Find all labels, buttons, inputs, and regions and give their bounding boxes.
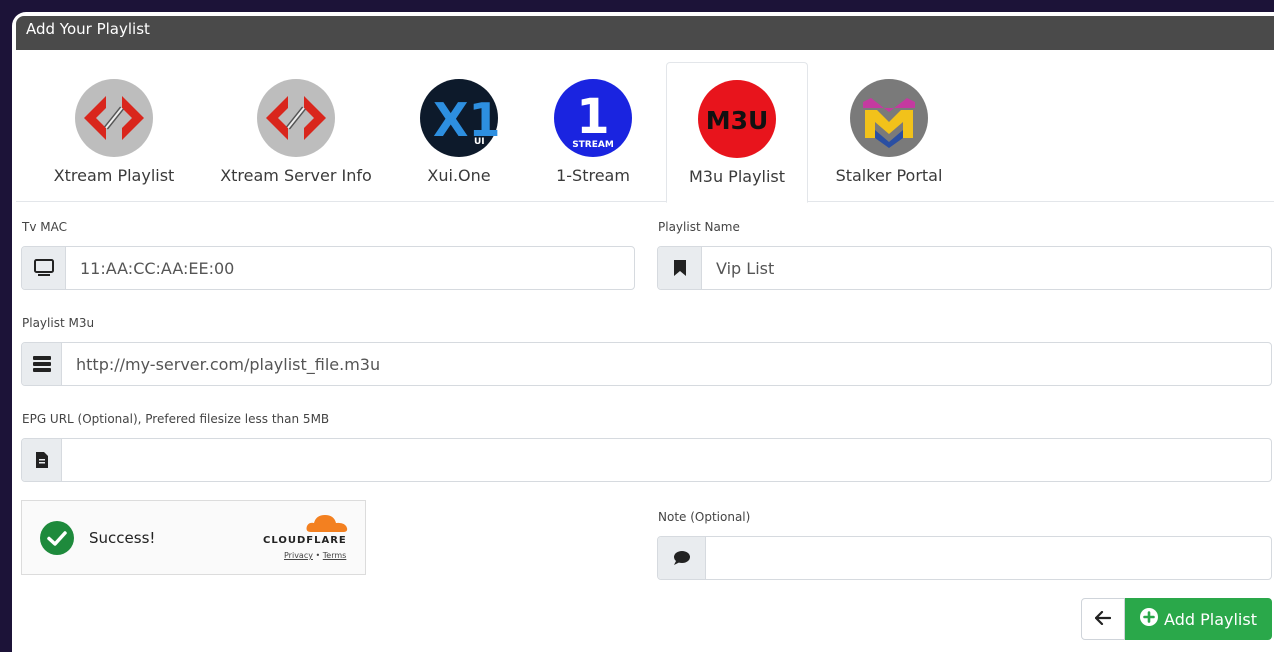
m3u-logo-text: M3U	[706, 106, 769, 135]
add-playlist-label: Add Playlist	[1164, 609, 1257, 629]
playlist-m3u-label: Playlist M3u	[22, 316, 95, 330]
xui-logo-sub: UI	[474, 137, 485, 147]
server-icon	[22, 343, 62, 385]
tab-label: Xtream Playlist	[53, 166, 175, 185]
xtream-code-icon	[74, 78, 154, 158]
captcha-status: Success!	[89, 529, 156, 547]
tab-label: Stalker Portal	[835, 166, 943, 185]
cloudflare-brand: CLOUDFLARE	[263, 535, 347, 546]
note-field	[657, 536, 1272, 580]
playlist-m3u-input[interactable]	[62, 343, 1271, 385]
tab-stalker-portal[interactable]: Stalker Portal	[824, 62, 954, 202]
tab-label: Xui.One	[427, 166, 491, 185]
back-button[interactable]	[1081, 598, 1125, 640]
file-icon	[22, 439, 62, 481]
xui-one-logo: X1 UI	[419, 78, 500, 158]
one-stream-number: 1	[576, 89, 609, 145]
tab-xui-one[interactable]: X1 UI Xui.One	[404, 62, 514, 202]
playlist-name-label: Playlist Name	[658, 220, 740, 234]
note-input[interactable]	[706, 537, 1271, 579]
tab-label: Xtream Server Info	[220, 166, 372, 185]
tv-mac-field	[21, 246, 635, 290]
one-stream-logo: 1 STREAM	[553, 78, 633, 158]
tab-label: 1-Stream	[556, 166, 630, 185]
monitor-icon	[22, 247, 66, 289]
playlist-type-tabs: Xtream Playlist Xtream Server Info X1 UI…	[16, 62, 1274, 203]
one-stream-word: STREAM	[572, 140, 614, 150]
playlist-name-input[interactable]	[702, 247, 1271, 289]
xui-logo-text: X1	[433, 93, 499, 147]
arrow-left-icon	[1094, 610, 1112, 629]
note-label: Note (Optional)	[658, 510, 751, 524]
cloudflare-turnstile[interactable]: Success! CLOUDFLARE Privacy • Terms	[21, 500, 366, 575]
playlist-name-field	[657, 246, 1272, 290]
tab-m3u-playlist[interactable]: M3U M3u Playlist	[666, 62, 808, 203]
bookmark-icon	[658, 247, 702, 289]
captcha-links: Privacy • Terms	[284, 551, 346, 560]
epg-url-label: EPG URL (Optional), Prefered filesize le…	[22, 412, 330, 426]
tv-mac-label: Tv MAC	[22, 220, 67, 234]
playlist-m3u-field	[21, 342, 1272, 386]
cloudflare-cloud-icon	[305, 513, 349, 537]
tab-xtream-server-info[interactable]: Xtream Server Info	[206, 62, 386, 202]
m3u-logo: M3U	[697, 79, 777, 159]
check-circle-icon	[40, 521, 74, 559]
tab-label: M3u Playlist	[688, 167, 786, 186]
add-playlist-button[interactable]: Add Playlist	[1125, 598, 1272, 640]
plus-circle-icon	[1140, 608, 1159, 630]
xtream-code-icon	[256, 78, 336, 158]
tab-1-stream[interactable]: 1 STREAM 1-Stream	[538, 62, 648, 202]
epg-url-field	[21, 438, 1272, 482]
privacy-link[interactable]: Privacy	[284, 551, 313, 560]
link-separator: •	[315, 551, 321, 560]
tab-xtream-playlist[interactable]: Xtream Playlist	[28, 62, 200, 202]
epg-url-input[interactable]	[62, 439, 1271, 481]
terms-link[interactable]: Terms	[323, 551, 347, 560]
add-playlist-card: Add Your Playlist Xtream Playlist Xtream…	[12, 12, 1274, 652]
stalker-logo	[849, 78, 929, 158]
tv-mac-input[interactable]	[66, 247, 634, 289]
panel-title: Add Your Playlist	[16, 16, 1274, 50]
comment-icon	[658, 537, 706, 579]
